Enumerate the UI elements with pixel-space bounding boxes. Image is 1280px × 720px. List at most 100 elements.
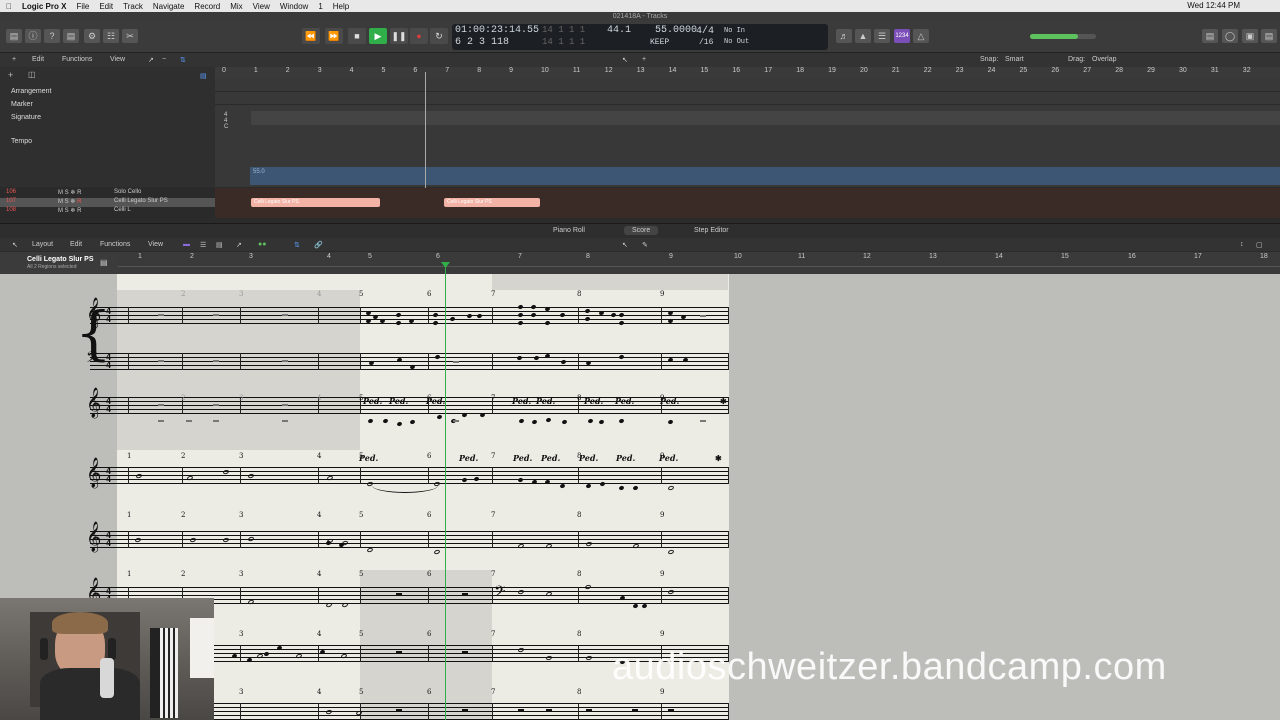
menu-navigate[interactable]: Navigate [153,2,185,11]
score-part-icon[interactable]: ▬ [183,241,190,248]
notepad-icon[interactable]: ▤ [1202,29,1218,43]
global-track-signature[interactable]: Signature [11,114,41,121]
inspector-icon[interactable]: ⓘ [25,29,41,43]
ruler-bar-14: 14 [668,67,677,74]
mute-solo[interactable]: M S ❄ R [58,189,81,196]
region-1[interactable]: Celli Legato Slur PS [251,198,380,207]
ruler-bar-12: 12 [604,67,613,74]
play-button[interactable]: ▶ [369,28,387,44]
lcd-display[interactable]: 01:00:23:14.55 6 2 3 118 14 1 1 1 14 1 1… [452,24,828,50]
drag-select[interactable]: Overlap [1092,56,1117,63]
browser-icon[interactable]: ▣ [1242,29,1258,43]
score-back-icon[interactable]: ↖ [12,241,18,249]
quick-help-icon[interactable]: ? [44,29,60,43]
editors-icon[interactable]: ✂ [122,29,138,43]
score-linear-icon[interactable]: ☰ [200,241,206,249]
score-pointer-tool-icon[interactable]: ↖ [622,241,628,249]
tab-piano-roll[interactable]: Piano Roll [545,226,593,235]
tab-step-editor[interactable]: Step Editor [686,226,737,235]
menu-view[interactable]: View [253,2,270,11]
forward-button[interactable]: ⏩ [325,28,343,44]
score-edit-menu[interactable]: Edit [70,241,82,248]
menu-app[interactable]: Logic Pro X [22,2,66,11]
ruler-bar-29: 29 [1147,67,1155,74]
link-icon[interactable]: − [162,56,166,63]
mute-solo[interactable]: M S ❄ R [58,198,81,205]
score-region-icon[interactable]: ▤ [100,258,108,267]
menu-file[interactable]: File [76,2,89,11]
add-track-icon[interactable]: + [12,56,16,63]
menu-mix[interactable]: Mix [230,2,242,11]
global-track-tempo[interactable]: Tempo [11,138,32,145]
toolbar-icon[interactable]: ▤ [63,29,79,43]
tracks-area[interactable]: Celli Legato Slur PS Celli Legato Slur P… [215,188,1280,218]
cycle-button[interactable]: ↻ [430,28,448,44]
score-flex-icon[interactable]: ⇅ [294,241,300,249]
record-button[interactable]: ● [410,28,428,44]
pause-button[interactable]: ❚❚ [390,28,408,44]
score-zoom-icon[interactable]: ↕ [1240,241,1244,248]
ruler-bar-18: 18 [796,67,804,74]
timeline-ruler[interactable]: 0 1 2 3 4 5 6 7 8 9 10 11 12 13 14 15 16 17 18 19 20 21 22 23 24… [215,67,1280,79]
menu-window[interactable]: Window [280,2,308,11]
menu-1[interactable]: 1 [318,2,322,11]
pointer-tool-icon[interactable]: ↖ [622,56,628,64]
list-icon[interactable]: ☰ [874,29,890,43]
ruler-bar-21: 21 [891,67,900,74]
menu-edit[interactable]: Edit [99,2,113,11]
rewind-button[interactable]: ⏪ [302,28,320,44]
tempo-lane[interactable] [250,167,1280,185]
tab-score[interactable]: Score [624,226,659,235]
global-track-arrangement[interactable]: Arrangement [11,88,51,95]
mixer-icon[interactable]: ☷ [103,29,119,43]
stop-button[interactable]: ■ [348,28,366,44]
duplicate-track-icon[interactable]: ◫ [28,70,36,79]
pencil-tool-icon[interactable]: + [642,56,646,63]
tempo-value: 55.0 [253,169,265,175]
track-header-107[interactable]: 107 M S ❄ R Celli Legato Slur PS [0,198,215,207]
score-ruler-bar-6: 6 [436,253,440,260]
score-ruler-bar-5: 5 [368,253,372,260]
count-in-badge[interactable]: 1234 [894,29,910,43]
lcd-time-position: 01:00:23:14.55 [455,25,540,36]
lcd-keep: KEEP [650,38,670,47]
menu-track[interactable]: Track [123,2,143,11]
menu-record[interactable]: Record [194,2,220,11]
flex-icon[interactable]: ⇅ [180,56,186,64]
region-2[interactable]: Celli Legato Slur PS [444,198,540,207]
tuning-fork-icon[interactable]: △ [913,29,929,43]
score-catch-icon[interactable]: ↗ [236,241,242,249]
score-expand-icon[interactable]: ▢ [1256,241,1263,249]
score-pencil-tool-icon[interactable]: ✎ [642,241,648,249]
loops-icon[interactable]: ◯ [1222,29,1238,43]
global-tracks-toggle-icon[interactable]: ▤ [200,72,207,80]
score-link-icon[interactable]: 🔗 [314,241,323,249]
score-view-menu[interactable]: View [148,241,163,248]
menu-clock[interactable]: Wed 12:44 PM [1187,0,1240,12]
playhead-score[interactable] [445,262,446,720]
media-icon[interactable]: ▤ [1261,29,1277,43]
tuner-icon[interactable]: ♬ [836,29,852,43]
score-ruler[interactable]: 1 2 3 4 5 6 7 8 9 10 11 12 13 14 15 16 17 18 [118,252,1280,274]
metronome-icon[interactable]: ▲ [855,29,871,43]
library-icon[interactable]: ▤ [6,29,22,43]
tracks-view-menu[interactable]: View [110,56,125,63]
score-ruler-bar-12: 12 [863,253,871,260]
smart-controls-icon[interactable]: ⚙ [84,29,100,43]
catch-icon[interactable]: ↗ [148,56,154,64]
add-track-plus-icon[interactable]: + [8,70,13,80]
score-layout-menu[interactable]: Layout [32,241,53,248]
tracks-functions-menu[interactable]: Functions [62,56,92,63]
snap-select[interactable]: Smart [1005,56,1024,63]
track-header-106[interactable]: 106 M S ❄ R Solo Cello [0,189,215,198]
mute-solo[interactable]: M S ❄ R [58,207,81,214]
apple-icon[interactable]:  [6,2,12,11]
global-track-marker[interactable]: Marker [11,101,33,108]
track-header-108[interactable]: 108 M S ❄ R Celli L [0,207,215,216]
master-volume-slider[interactable] [1030,34,1096,39]
score-page-icon[interactable]: ▤ [216,241,223,249]
menu-help[interactable]: Help [333,2,349,11]
score-midi-in-icon[interactable]: ●● [258,241,266,248]
tracks-edit-menu[interactable]: Edit [32,56,44,63]
score-functions-menu[interactable]: Functions [100,241,130,248]
